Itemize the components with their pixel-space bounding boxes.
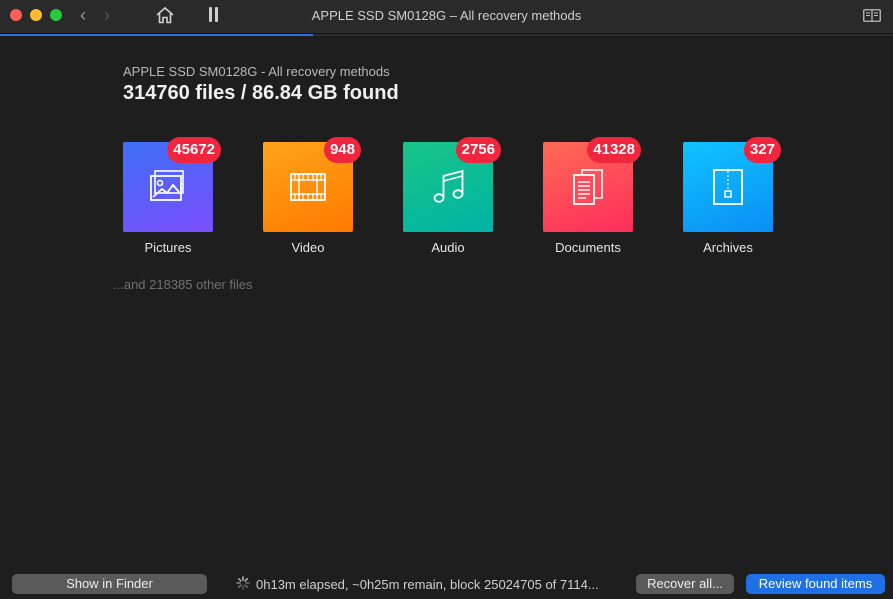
category-label: Video xyxy=(291,240,325,255)
category-label: Archives xyxy=(703,240,753,255)
scan-subtitle: APPLE SSD SM0128G - All recovery methods xyxy=(123,64,390,79)
show-in-finder-button[interactable]: Show in Finder xyxy=(12,574,207,594)
review-found-items-button[interactable]: Review found items xyxy=(746,574,885,594)
category-label: Audio xyxy=(431,240,465,255)
category-label: Pictures xyxy=(144,240,192,255)
count-badge: 41328 xyxy=(587,137,641,163)
category-pictures[interactable]: 45672 Pictures xyxy=(123,137,221,262)
documents-icon xyxy=(573,169,603,205)
title-bar: ‹ › APPLE SSD SM0128G – All recovery met… xyxy=(0,0,893,34)
category-audio[interactable]: 2756 Audio xyxy=(403,137,501,262)
spinner-icon xyxy=(236,576,250,590)
recover-all-button[interactable]: Recover all... xyxy=(636,574,734,594)
count-badge: 327 xyxy=(743,137,781,163)
archive-icon xyxy=(713,169,743,205)
count-badge: 948 xyxy=(323,137,361,163)
scan-progress-bar xyxy=(0,34,893,36)
scan-progress-fill xyxy=(0,34,313,36)
window-title: APPLE SSD SM0128G – All recovery methods xyxy=(311,8,582,23)
count-badge: 45672 xyxy=(167,137,221,163)
film-icon xyxy=(290,173,326,201)
picture-icon xyxy=(150,170,184,201)
scan-status-text: 0h13m elapsed, ~0h25m remain, block 2502… xyxy=(256,577,599,592)
other-files-link[interactable]: ...and 218385 other files xyxy=(113,277,253,292)
category-documents[interactable]: 41328 Documents xyxy=(543,137,641,262)
category-video[interactable]: 948 Video xyxy=(263,137,361,262)
book-icon[interactable] xyxy=(863,9,881,22)
bottom-toolbar: Show in Finder 0h13m elapsed, ~0h25m rem… xyxy=(0,567,893,599)
category-label: Documents xyxy=(555,240,621,255)
music-note-icon xyxy=(433,169,464,203)
found-summary: 314760 files / 86.84 GB found xyxy=(123,82,399,104)
category-archives[interactable]: 327 Archives xyxy=(683,137,781,262)
count-badge: 2756 xyxy=(455,137,501,163)
